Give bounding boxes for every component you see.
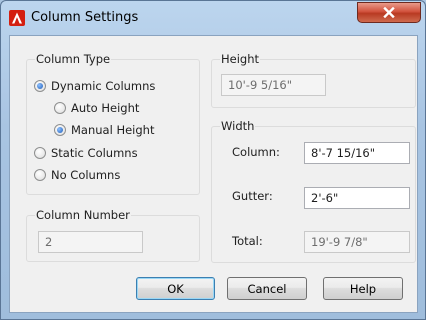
dialog-body: Column Type Dynamic Columns Auto Height … [9,35,418,313]
height-field[interactable]: 10'-9 5/16" [221,74,326,96]
gutter-label: Gutter: [232,189,273,203]
ok-button[interactable]: OK [136,277,215,300]
height-group: Height 10'-9 5/16" [211,52,416,108]
width-group: Width Column: 8'-7 15/16" Gutter: 2'-6" … [211,119,416,263]
window-title: Column Settings [31,10,139,25]
radio-dynamic-columns-button[interactable] [34,80,46,92]
column-width-input[interactable]: 8'-7 15/16" [304,142,410,164]
radio-auto-height-button[interactable] [54,102,66,114]
column-number-title: Column Number [35,208,131,222]
radio-no-columns-button[interactable] [34,169,46,181]
radio-manual-height-button[interactable] [54,124,66,136]
total-label: Total: [232,234,263,248]
radio-auto-height[interactable]: Auto Height [54,101,139,115]
dialog-window: Column Settings Column Type Dynamic Colu… [0,0,426,320]
close-icon [383,7,395,18]
radio-auto-height-label: Auto Height [71,101,140,115]
radio-static-columns[interactable]: Static Columns [34,146,138,160]
width-title: Width [220,119,256,133]
gutter-input[interactable]: 2'-6" [304,187,410,209]
close-button[interactable] [357,2,421,23]
radio-static-columns-label: Static Columns [51,146,138,160]
height-title: Height [220,52,261,66]
radio-no-columns[interactable]: No Columns [34,168,120,182]
help-button[interactable]: Help [323,277,403,300]
radio-manual-height-label: Manual Height [71,123,155,137]
column-type-title: Column Type [35,52,112,66]
title-bar[interactable]: Column Settings [1,1,425,35]
column-width-label: Column: [232,145,280,159]
column-number-field[interactable]: 2 [38,231,143,253]
column-type-group: Column Type Dynamic Columns Auto Height … [26,52,200,195]
autocad-logo-icon [9,10,25,26]
radio-no-columns-label: No Columns [51,168,121,182]
total-field[interactable]: 19'-9 7/8" [304,231,410,253]
radio-dynamic-columns-label: Dynamic Columns [51,79,156,93]
cancel-button[interactable]: Cancel [227,277,307,300]
radio-static-columns-button[interactable] [34,147,46,159]
radio-manual-height[interactable]: Manual Height [54,123,154,137]
radio-dynamic-columns[interactable]: Dynamic Columns [34,79,155,93]
column-number-group: Column Number 2 [26,208,200,262]
